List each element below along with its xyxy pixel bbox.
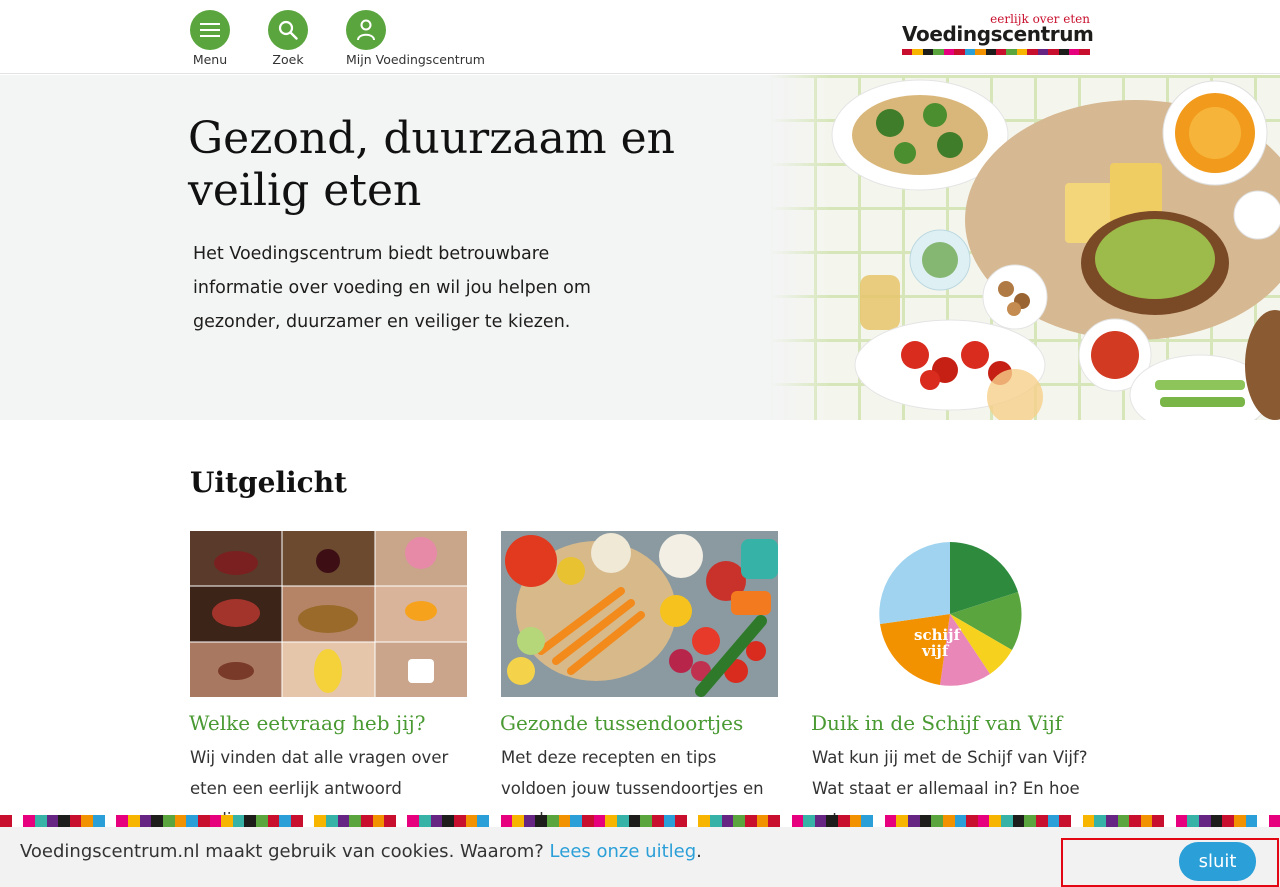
featured-card-schijf-van-vijf[interactable]: schijf vijf Duik in de Schijf van Vijf W… — [811, 531, 1090, 829]
hero-banner: Gezond, duurzaam en veilig eten Het Voed… — [0, 75, 1280, 420]
menu-button[interactable]: Menu — [190, 10, 230, 67]
search-label: Zoek — [272, 52, 304, 67]
cookie-period: . — [696, 841, 702, 862]
featured-card-eetvraag[interactable]: Welke eetvraag heb jij? Wij vinden dat a… — [189, 531, 468, 829]
featured-title: Uitgelicht — [190, 466, 347, 499]
card-title[interactable]: Welke eetvraag heb jij? — [189, 711, 425, 735]
schijf-van-vijf-image: schijf vijf — [812, 531, 1089, 697]
cookie-text: Voedingscentrum.nl maakt gebruik van coo… — [20, 841, 550, 862]
vegetables-photo — [501, 531, 778, 697]
cookie-banner: Voedingscentrum.nl maakt gebruik van coo… — [0, 815, 1280, 887]
hero-text: Het Voedingscentrum biedt betrouwbare in… — [193, 244, 591, 332]
eating-mouths-photo — [190, 531, 467, 697]
voedingscentrum-logo[interactable]: eerlijk over eten Voedingscentrum — [902, 12, 1094, 56]
hero-food-photo — [770, 75, 1280, 420]
account-button[interactable]: Mijn Voedingscentrum — [346, 10, 485, 67]
account-label: Mijn Voedingscentrum — [346, 52, 485, 67]
logo-name: Voedingscentrum — [902, 22, 1094, 46]
site-header: Menu Zoek Mijn Voedingscentrum eerlijk o… — [0, 0, 1280, 74]
search-button[interactable]: Zoek — [268, 10, 308, 67]
hero-title: Gezond, duurzaam en veilig eten — [188, 113, 675, 216]
cookie-explanation-link[interactable]: Lees onze uitleg — [550, 841, 697, 862]
cookie-color-stripe — [0, 815, 1280, 827]
search-icon — [268, 10, 308, 50]
logo-color-bar — [902, 49, 1090, 55]
user-icon — [346, 10, 386, 50]
menu-label: Menu — [192, 52, 228, 67]
featured-card-tussendoortjes[interactable]: Gezonde tussendoortjes Met deze recepten… — [500, 531, 779, 829]
card-title[interactable]: Gezonde tussendoortjes — [500, 711, 743, 735]
cookie-message: Voedingscentrum.nl maakt gebruik van coo… — [20, 841, 702, 862]
close-cookie-button[interactable]: sluit — [1179, 842, 1256, 881]
vijf-label: vijf — [921, 642, 950, 660]
card-title[interactable]: Duik in de Schijf van Vijf — [811, 711, 1062, 735]
hamburger-icon — [190, 10, 230, 50]
